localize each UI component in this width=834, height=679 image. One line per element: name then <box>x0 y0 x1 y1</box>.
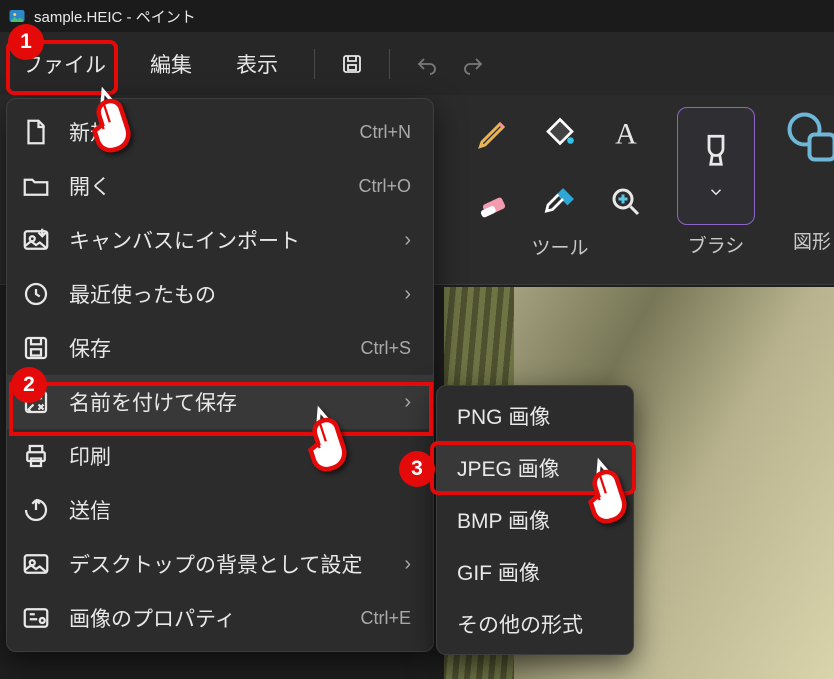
file-menu: 新規 Ctrl+N 開く Ctrl+O キャンバスにインポート › 最近使ったも… <box>6 98 434 652</box>
ribbon-group-shapes: 図形 <box>772 107 834 254</box>
file-menu-item-label: 最近使ったもの <box>69 279 396 309</box>
saveas-jpeg[interactable]: JPEG 画像 <box>437 442 633 494</box>
save-icon-button[interactable] <box>329 41 375 87</box>
app-icon <box>8 7 26 25</box>
menubar-separator <box>314 49 315 79</box>
file-menu-save[interactable]: 保存 Ctrl+S <box>7 321 433 375</box>
submenu-item-label: BMP 画像 <box>457 505 550 535</box>
saveas-gif[interactable]: GIF 画像 <box>437 546 633 598</box>
submenu-item-label: PNG 画像 <box>457 401 550 431</box>
file-menu-item-label: デスクトップの背景として設定 <box>69 549 396 579</box>
undo-button[interactable] <box>404 41 450 87</box>
saveas-bmp[interactable]: BMP 画像 <box>437 494 633 546</box>
file-menu-item-accel: Ctrl+E <box>360 608 411 629</box>
file-menu-send[interactable]: 送信 <box>7 483 433 537</box>
send-icon <box>21 495 51 525</box>
submenu-item-label: その他の形式 <box>457 609 583 639</box>
window-title: sample.HEIC - ペイント <box>34 6 196 27</box>
ribbon-group-brush: ブラシ <box>654 107 778 258</box>
wallpaper-icon <box>21 549 51 579</box>
file-menu-item-label: キャンバスにインポート <box>69 225 396 255</box>
file-menu-item-label: 画像のプロパティ <box>69 603 360 633</box>
magnify-icon[interactable] <box>608 184 644 220</box>
pencil-icon[interactable] <box>476 115 512 151</box>
file-menu-item-label: 印刷 <box>69 441 411 471</box>
file-menu-item-label: 新規 <box>69 117 359 147</box>
properties-icon <box>21 603 51 633</box>
file-menu-item-label: 保存 <box>69 333 360 363</box>
eyedropper-icon[interactable] <box>542 184 578 220</box>
file-menu-print[interactable]: 印刷 <box>7 429 433 483</box>
saveas-submenu: PNG 画像 JPEG 画像 BMP 画像 GIF 画像 その他の形式 <box>436 385 634 655</box>
import-icon <box>21 225 51 255</box>
chevron-right-icon: › <box>404 553 411 576</box>
chevron-right-icon: › <box>404 283 411 306</box>
shapes-icon[interactable] <box>782 107 834 167</box>
chevron-right-icon: › <box>404 229 411 252</box>
brush-dropdown[interactable] <box>677 107 755 225</box>
file-menu-item-label: 名前を付けて保存 <box>69 387 396 417</box>
menu-view[interactable]: 表示 <box>214 35 300 93</box>
chevron-right-icon: › <box>404 391 411 414</box>
file-menu-open[interactable]: 開く Ctrl+O <box>7 159 433 213</box>
new-icon <box>21 117 51 147</box>
recent-icon <box>21 279 51 309</box>
ribbon-shapes-label: 図形 <box>793 227 831 254</box>
file-menu-saveas[interactable]: 名前を付けて保存 › <box>7 375 433 429</box>
saveas-icon <box>21 387 51 417</box>
file-menu-item-accel: Ctrl+N <box>359 122 411 143</box>
file-menu-recent[interactable]: 最近使ったもの › <box>7 267 433 321</box>
menu-file[interactable]: ファイル <box>0 35 128 93</box>
file-menu-new[interactable]: 新規 Ctrl+N <box>7 105 433 159</box>
file-menu-import[interactable]: キャンバスにインポート › <box>7 213 433 267</box>
svg-text:A: A <box>615 117 637 150</box>
file-menu-properties[interactable]: 画像のプロパティ Ctrl+E <box>7 591 433 645</box>
eraser-icon[interactable] <box>476 184 512 220</box>
saveas-other[interactable]: その他の形式 <box>437 598 633 650</box>
menu-edit[interactable]: 編集 <box>128 35 214 93</box>
ribbon-tools-label: ツール <box>531 233 588 260</box>
file-menu-item-label: 送信 <box>69 495 411 525</box>
redo-button[interactable] <box>450 41 496 87</box>
file-menu-item-accel: Ctrl+O <box>358 176 411 197</box>
ribbon-group-tools: A ツール <box>460 107 660 260</box>
menubar-separator <box>389 49 390 79</box>
fill-icon[interactable] <box>542 115 578 151</box>
file-menu-item-accel: Ctrl+S <box>360 338 411 359</box>
menubar: ファイル 編集 表示 <box>0 32 834 95</box>
ribbon-brush-label: ブラシ <box>688 231 745 258</box>
text-icon[interactable]: A <box>608 115 644 151</box>
submenu-item-label: GIF 画像 <box>457 557 540 587</box>
titlebar: sample.HEIC - ペイント <box>0 0 834 32</box>
saveas-png[interactable]: PNG 画像 <box>437 390 633 442</box>
open-icon <box>21 171 51 201</box>
file-menu-wallpaper[interactable]: デスクトップの背景として設定 › <box>7 537 433 591</box>
save-icon <box>21 333 51 363</box>
submenu-item-label: JPEG 画像 <box>457 453 560 483</box>
print-icon <box>21 441 51 471</box>
file-menu-item-label: 開く <box>69 171 358 201</box>
